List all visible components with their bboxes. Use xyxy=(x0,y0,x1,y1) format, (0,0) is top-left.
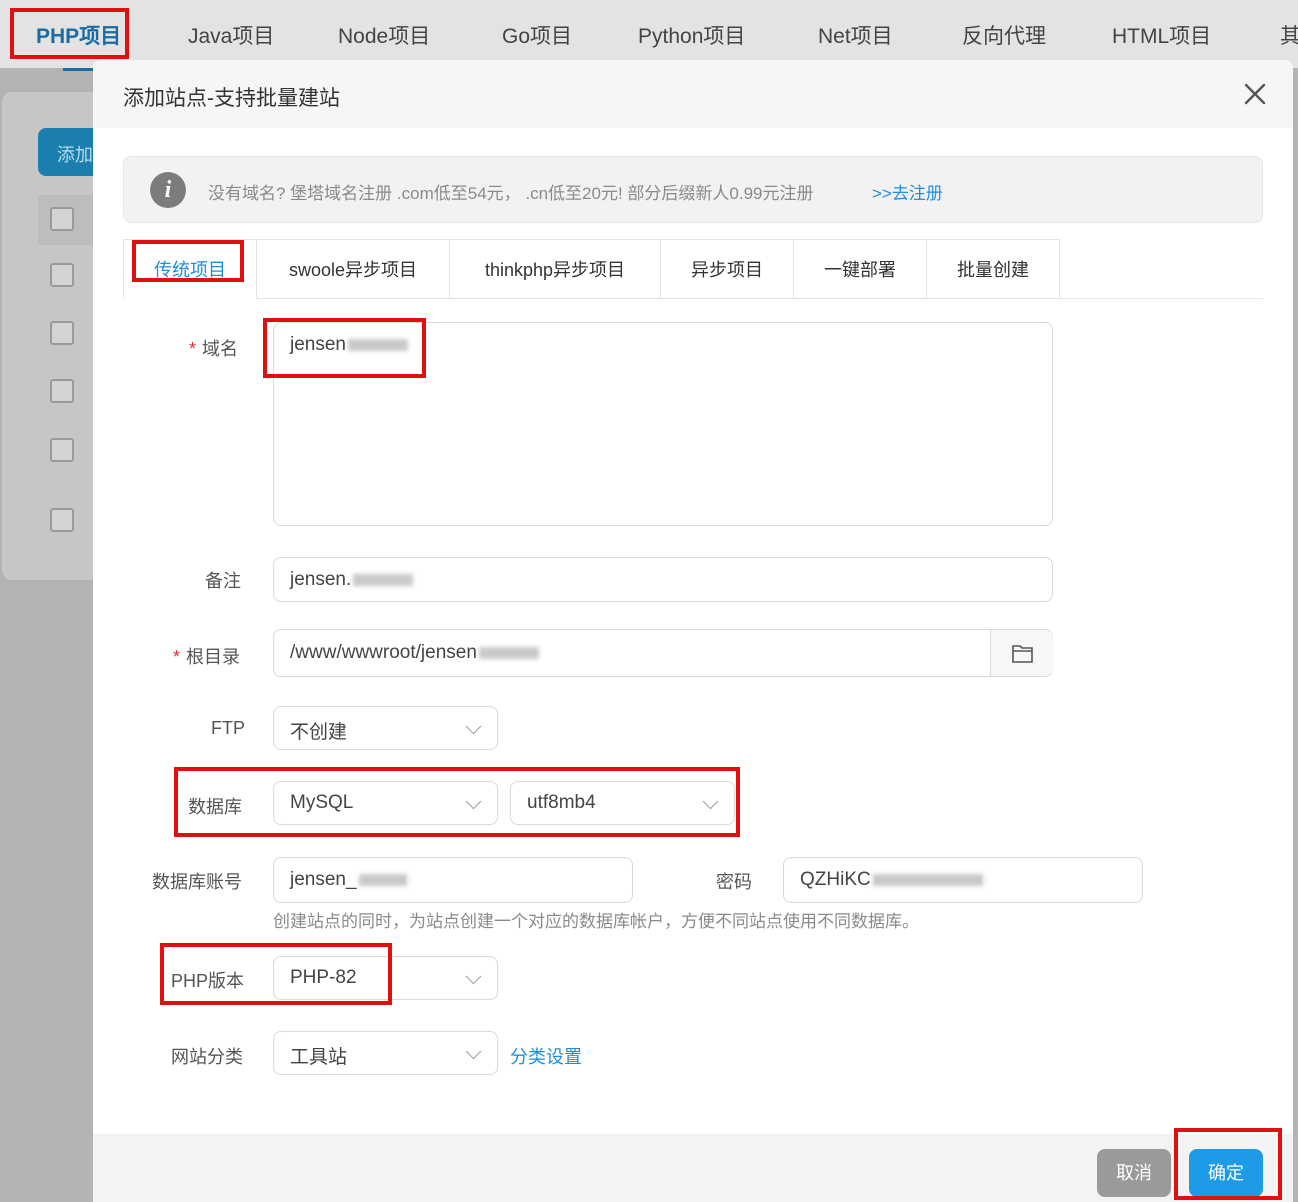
db-password-input[interactable]: QZHiKC xyxy=(783,857,1143,903)
tab-traditional[interactable]: 传统项目 xyxy=(123,239,257,299)
database-type-select[interactable]: MySQL xyxy=(273,781,498,825)
notice-text: 没有域名? 堡塔域名注册 .com低至54元， .cn低至20元! 部分后缀新人… xyxy=(208,184,814,203)
row-checkbox[interactable] xyxy=(50,379,74,403)
remark-input[interactable]: jensen. xyxy=(273,557,1053,602)
tab-thinkphp[interactable]: thinkphp异步项目 xyxy=(450,239,661,299)
dialog-header: 添加站点-支持批量建站 xyxy=(93,60,1293,128)
ftp-label: FTP xyxy=(211,718,245,738)
close-icon[interactable] xyxy=(1241,80,1269,108)
project-type-nav: PHP项目 Java项目 Node项目 Go项目 Python项目 Net项目 … xyxy=(0,0,1298,71)
nav-tab-node[interactable]: Node项目 xyxy=(338,20,430,50)
tab-swoole[interactable]: swoole异步项目 xyxy=(257,239,450,299)
php-version-select[interactable]: PHP-82 xyxy=(273,956,498,1000)
project-tabs: 传统项目 swoole异步项目 thinkphp异步项目 异步项目 一键部署 批… xyxy=(123,239,1263,299)
nav-tab-java[interactable]: Java项目 xyxy=(188,20,274,50)
row-checkbox[interactable] xyxy=(50,438,74,462)
active-tab-underline xyxy=(63,68,95,71)
info-icon: i xyxy=(150,172,186,208)
row-checkbox[interactable] xyxy=(50,207,74,231)
category-label: 网站分类 xyxy=(171,1047,243,1067)
nav-tab-python[interactable]: Python项目 xyxy=(638,20,745,50)
nav-tab-other[interactable]: 其 xyxy=(1280,20,1298,50)
root-dir-input[interactable]: /www/wwwroot/jensen xyxy=(273,629,1053,677)
row-checkbox[interactable] xyxy=(50,321,74,345)
nav-tab-reverse-proxy[interactable]: 反向代理 xyxy=(962,20,1046,50)
folder-icon[interactable] xyxy=(990,630,1053,676)
chevron-down-icon xyxy=(465,968,482,985)
tab-async[interactable]: 异步项目 xyxy=(661,239,794,299)
chevron-down-icon xyxy=(465,718,482,735)
db-account-input[interactable]: jensen_ xyxy=(273,857,633,903)
nav-tab-go[interactable]: Go项目 xyxy=(502,20,572,50)
db-account-hint: 创建站点的同时，为站点创建一个对应的数据库帐户，方便不同站点使用不同数据库。 xyxy=(273,912,919,931)
nav-tab-net[interactable]: Net项目 xyxy=(818,20,893,50)
chevron-down-icon xyxy=(702,793,719,810)
ftp-select[interactable]: 不创建 xyxy=(273,706,498,750)
confirm-button[interactable]: 确定 xyxy=(1189,1149,1263,1197)
cancel-button[interactable]: 取消 xyxy=(1097,1149,1171,1197)
php-version-label: PHP版本 xyxy=(171,971,245,991)
tab-batch-create[interactable]: 批量创建 xyxy=(927,239,1060,299)
category-select[interactable]: 工具站 xyxy=(273,1031,498,1075)
domain-notice: i 没有域名? 堡塔域名注册 .com低至54元， .cn低至20元! 部分后缀… xyxy=(123,156,1263,223)
database-charset-select[interactable]: utf8mb4 xyxy=(510,781,735,825)
row-checkbox[interactable] xyxy=(50,508,74,532)
database-label: 数据库 xyxy=(188,797,242,817)
tab-one-click-deploy[interactable]: 一键部署 xyxy=(794,239,927,299)
chevron-down-icon xyxy=(465,1043,482,1060)
dialog-title: 添加站点-支持批量建站 xyxy=(123,87,340,110)
root-dir-label: * 根目录 xyxy=(173,647,241,667)
db-password-label: 密码 xyxy=(716,872,752,892)
row-checkbox[interactable] xyxy=(50,263,74,287)
remark-label: 备注 xyxy=(205,571,241,591)
db-account-label: 数据库账号 xyxy=(152,872,242,892)
nav-tab-php[interactable]: PHP项目 xyxy=(36,20,121,50)
category-settings-link[interactable]: 分类设置 xyxy=(510,1043,582,1069)
register-link[interactable]: >>去注册 xyxy=(872,179,943,204)
nav-tab-html[interactable]: HTML项目 xyxy=(1112,20,1211,50)
domain-label: * 域名 xyxy=(189,339,239,359)
add-site-dialog: 添加站点-支持批量建站 i 没有域名? 堡塔域名注册 .com低至54元， .c… xyxy=(93,60,1293,1202)
domain-textarea[interactable]: jensen xyxy=(273,322,1053,526)
chevron-down-icon xyxy=(465,793,482,810)
